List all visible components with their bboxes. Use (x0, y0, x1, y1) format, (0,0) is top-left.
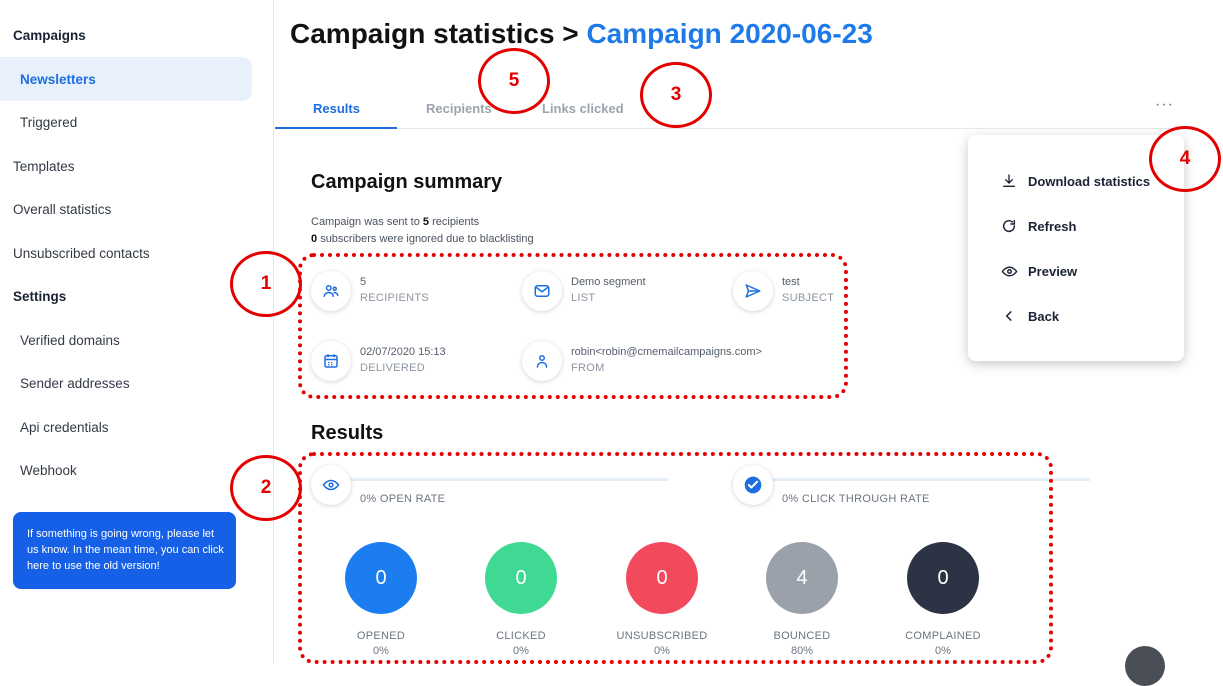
menu-preview[interactable]: Preview (1000, 261, 1077, 281)
annotation-box-summary (298, 253, 848, 399)
ignored-summary-text: 0 subscribers were ignored due to blackl… (311, 233, 534, 245)
menu-refresh[interactable]: Refresh (1000, 216, 1076, 236)
annotation-marker-1: 1 (230, 251, 302, 317)
sidebar-item-unsubscribed-contacts[interactable]: Unsubscribed contacts (13, 246, 150, 261)
download-icon (1000, 172, 1018, 190)
sidebar-item-sender-addresses[interactable]: Sender addresses (20, 376, 130, 391)
tab-active-underline (275, 127, 397, 129)
sidebar-section-campaigns[interactable]: Campaigns (13, 28, 86, 43)
annotation-marker-5: 5 (478, 48, 550, 114)
sidebar-item-templates[interactable]: Templates (13, 159, 75, 174)
preview-label: Preview (1028, 263, 1078, 279)
tab-results[interactable]: Results (313, 101, 360, 116)
annotation-marker-2: 2 (230, 455, 302, 521)
annotation-marker-4: 4 (1149, 126, 1221, 192)
tab-bar: Results Recipients Links clicked (275, 90, 1185, 129)
more-options-button[interactable]: ··· (1155, 96, 1174, 114)
back-label: Back (1028, 308, 1060, 324)
refresh-label: Refresh (1028, 218, 1077, 234)
sent-prefix: Campaign was sent to (311, 216, 420, 228)
sent-suffix: recipients (432, 216, 480, 228)
refresh-icon (1000, 217, 1018, 235)
menu-download-statistics[interactable]: Download statistics (1000, 171, 1150, 191)
sidebar-item-triggered[interactable]: Triggered (20, 115, 77, 130)
eye-icon (1000, 262, 1018, 280)
sidebar-item-webhook[interactable]: Webhook (20, 463, 77, 478)
page-title: Campaign statistics > Campaign 2020-06-2… (290, 18, 873, 50)
page-title-text: Campaign statistics > (290, 18, 579, 49)
old-version-help-box[interactable]: If something is going wrong, please let … (13, 512, 236, 589)
tab-recipients[interactable]: Recipients (426, 101, 492, 116)
breadcrumb-campaign[interactable]: Campaign 2020-06-23 (586, 18, 872, 49)
annotation-marker-3: 3 (640, 62, 712, 128)
sidebar: Campaigns Newsletters Triggered Template… (0, 0, 274, 664)
campaign-summary-heading: Campaign summary (311, 171, 503, 193)
sent-summary-text: Campaign was sent to 5 recipients (311, 216, 479, 228)
sidebar-item-newsletters[interactable]: Newsletters (20, 72, 96, 87)
tab-links-clicked[interactable]: Links clicked (542, 101, 624, 116)
sidebar-item-api-credentials[interactable]: Api credentials (20, 420, 109, 435)
annotation-box-results (298, 452, 1053, 664)
chat-button[interactable] (1125, 646, 1165, 686)
menu-back[interactable]: Back (1000, 306, 1059, 326)
ignored-suffix: subscribers were ignored due to blacklis… (320, 233, 534, 245)
ignored-count: 0 (311, 233, 318, 245)
sidebar-section-settings[interactable]: Settings (13, 289, 66, 304)
sidebar-item-overall-statistics[interactable]: Overall statistics (13, 202, 111, 217)
results-heading: Results (311, 422, 384, 444)
download-statistics-label: Download statistics (1028, 173, 1151, 189)
sidebar-item-verified-domains[interactable]: Verified domains (20, 333, 120, 348)
chevron-left-icon (1000, 307, 1018, 325)
sent-count: 5 (422, 216, 430, 228)
